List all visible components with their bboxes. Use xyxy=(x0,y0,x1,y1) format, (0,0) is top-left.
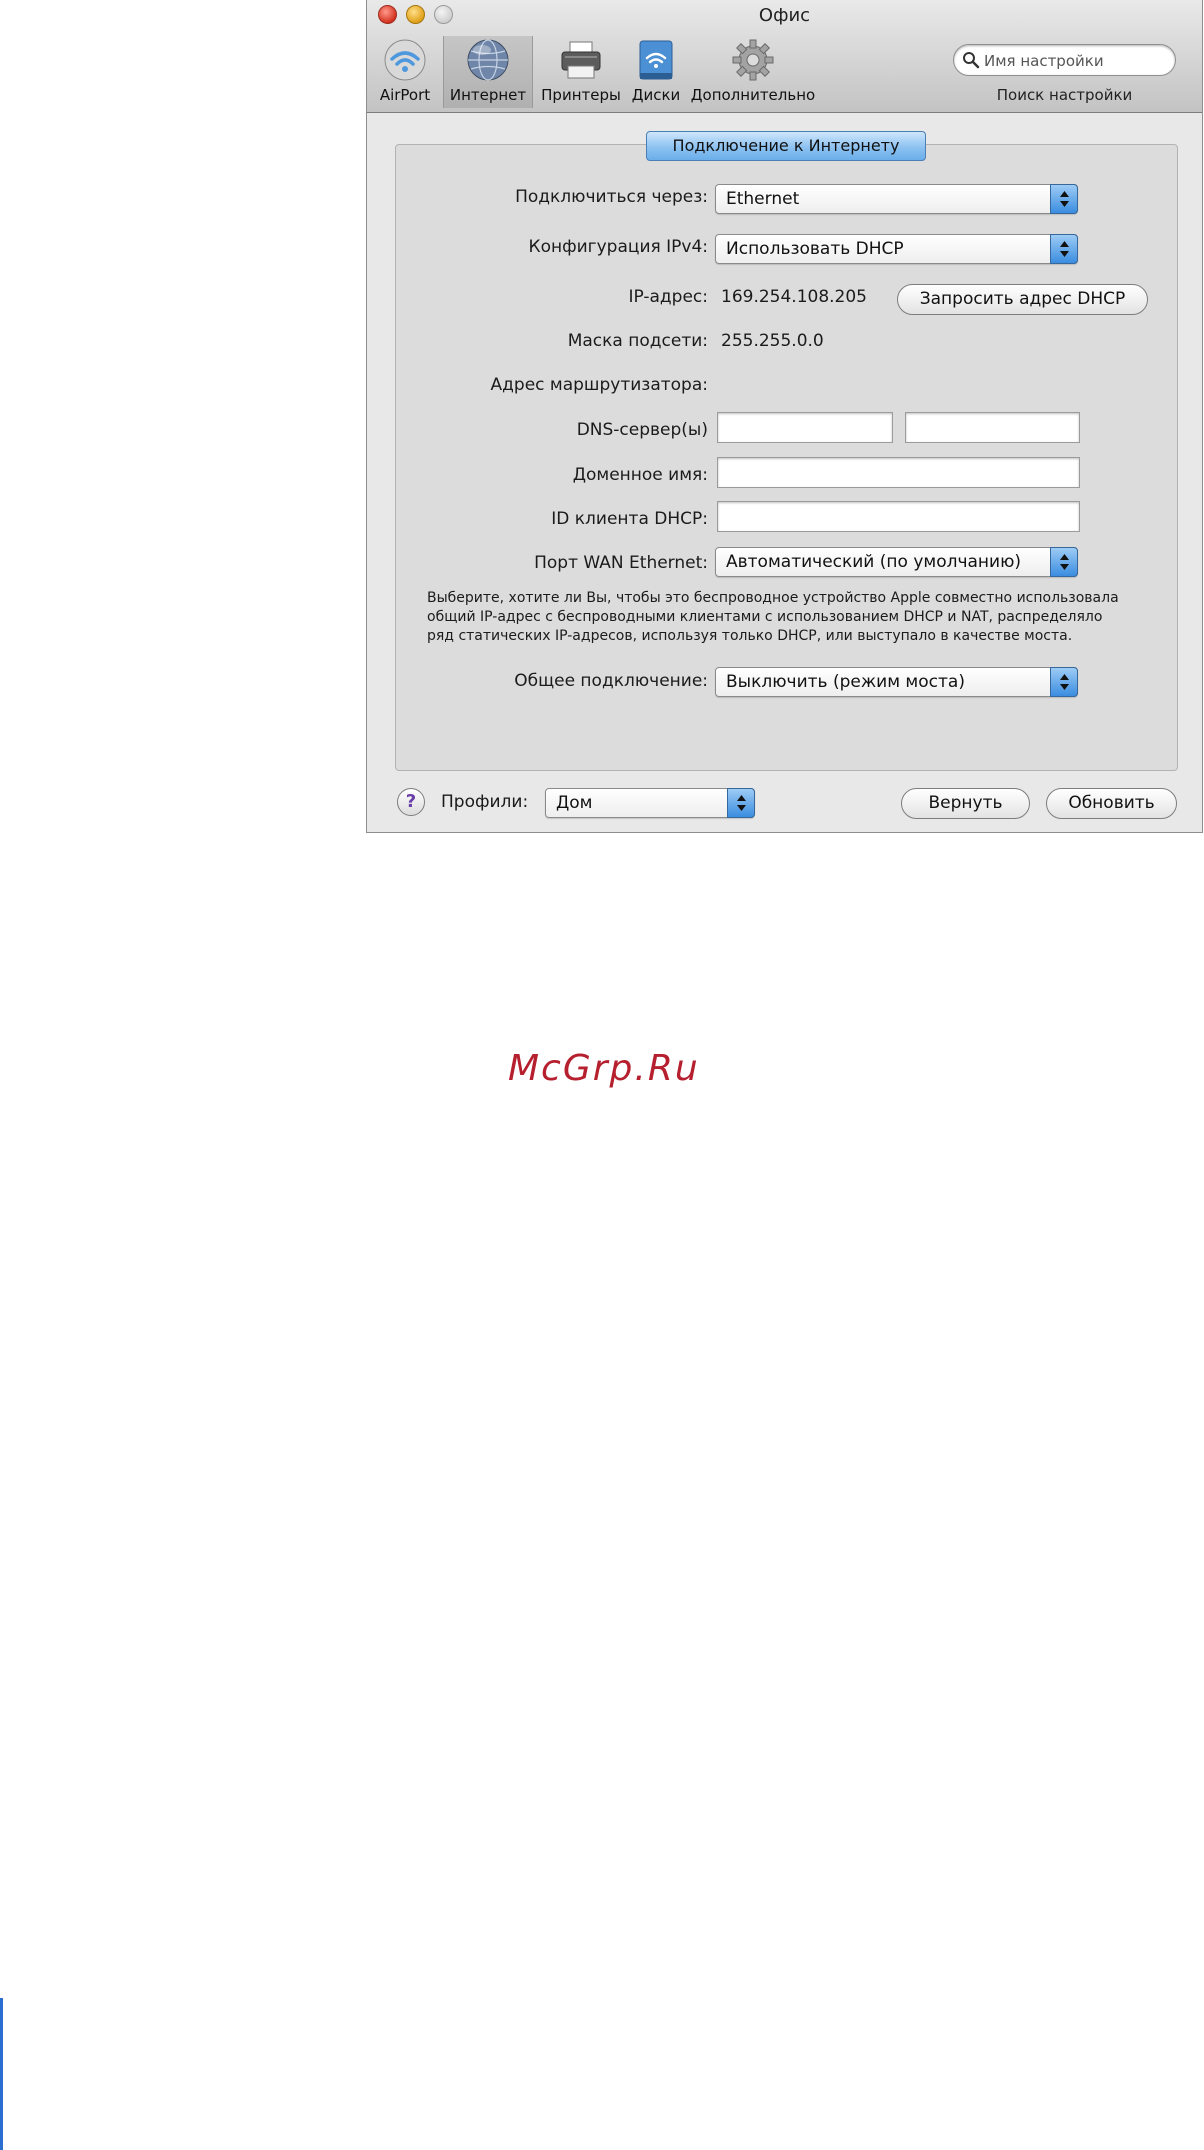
toolbar-label-disks: Диски xyxy=(631,86,681,104)
ip-address-label: IP-адрес: xyxy=(628,287,708,307)
popup-arrows-icon xyxy=(1050,547,1078,577)
subnet-mask-value: 255.255.0.0 xyxy=(721,331,824,351)
wan-port-value: Автоматический (по умолчанию) xyxy=(726,552,1022,572)
toolbar-label-advanced: Дополнительно xyxy=(690,86,816,104)
airport-wifi-icon xyxy=(384,39,426,81)
wan-port-popup[interactable]: Автоматический (по умолчанию) xyxy=(715,547,1078,577)
disk-icon xyxy=(639,40,673,80)
router-address-label: Адрес маршрутизатора: xyxy=(490,375,708,395)
ip-address-value: 169.254.108.205 xyxy=(721,287,868,307)
toolbar-label-internet: Интернет xyxy=(449,86,527,104)
description-line: ряд статических IP-адресов, используя то… xyxy=(427,628,1073,644)
watermark: McGrp.Ru xyxy=(508,1048,700,1089)
sharing-description: Выберите, хотите ли Вы, чтобы это беспро… xyxy=(427,589,1147,646)
title-bar: Офис AirPort Интернет Принтеры Диски Доп… xyxy=(367,0,1202,113)
toolbar-printers[interactable]: Принтеры xyxy=(537,36,625,108)
wan-port-label: Порт WAN Ethernet: xyxy=(534,553,708,573)
ipv4-config-value: Использовать DHCP xyxy=(726,239,904,259)
toolbar-advanced[interactable]: Дополнительно xyxy=(687,36,819,108)
description-line: Выберите, хотите ли Вы, чтобы это беспро… xyxy=(427,590,1119,606)
globe-icon xyxy=(467,39,509,81)
toolbar-airport[interactable]: AirPort xyxy=(367,36,443,108)
sharing-popup[interactable]: Выключить (режим моста) xyxy=(715,667,1078,697)
subnet-mask-label: Маска подсети: xyxy=(567,331,708,351)
sharing-label: Общее подключение: xyxy=(514,671,708,691)
toolbar-internet[interactable]: Интернет xyxy=(443,36,533,108)
revert-button[interactable]: Вернуть xyxy=(901,788,1030,819)
ipv4-config-popup[interactable]: Использовать DHCP xyxy=(715,234,1078,264)
dhcp-client-id-input[interactable] xyxy=(717,501,1080,532)
window-title: Офис xyxy=(758,5,811,26)
popup-arrows-icon xyxy=(1050,234,1078,264)
description-line: общий IP-адрес с беспроводными клиентами… xyxy=(427,609,1103,625)
connect-via-popup[interactable]: Ethernet xyxy=(715,184,1078,214)
toolbar-label-airport: AirPort xyxy=(379,86,431,104)
sharing-value: Выключить (режим моста) xyxy=(726,672,965,692)
page-edge-bar xyxy=(0,1998,3,2150)
popup-arrows-icon xyxy=(1050,184,1078,214)
dhcp-client-id-label: ID клиента DHCP: xyxy=(551,509,708,529)
gear-icon xyxy=(732,39,774,81)
toolbar-label-printers: Принтеры xyxy=(541,86,621,104)
request-dhcp-button[interactable]: Запросить адрес DHCP xyxy=(897,284,1148,315)
popup-arrows-icon xyxy=(727,788,755,818)
profile-value: Дом xyxy=(556,793,593,813)
tab-internet-connection[interactable]: Подключение к Интернету xyxy=(646,131,926,161)
toolbar-disks[interactable]: Диски xyxy=(625,36,687,108)
domain-name-input[interactable] xyxy=(717,457,1080,488)
search-icon xyxy=(963,52,980,69)
connect-via-value: Ethernet xyxy=(726,189,800,209)
search-input[interactable] xyxy=(982,48,1171,74)
update-button[interactable]: Обновить xyxy=(1046,788,1177,819)
printer-icon xyxy=(561,41,601,79)
connect-via-label: Подключиться через: xyxy=(515,187,708,207)
search-field[interactable] xyxy=(953,44,1176,76)
profile-popup[interactable]: Дом xyxy=(545,788,755,818)
settings-window: Офис AirPort Интернет Принтеры Диски Доп… xyxy=(366,0,1203,833)
ipv4-config-label: Конфигурация IPv4: xyxy=(528,237,709,257)
dns-servers-label: DNS-сервер(ы) xyxy=(576,420,708,440)
search-caption: Поиск настройки xyxy=(996,86,1133,104)
popup-arrows-icon xyxy=(1050,667,1078,697)
dns-server-2-input[interactable] xyxy=(905,412,1080,443)
profiles-label: Профили: xyxy=(441,792,529,812)
dns-server-1-input[interactable] xyxy=(717,412,893,443)
domain-name-label: Доменное имя: xyxy=(572,465,708,485)
help-button[interactable]: ? xyxy=(397,788,425,816)
